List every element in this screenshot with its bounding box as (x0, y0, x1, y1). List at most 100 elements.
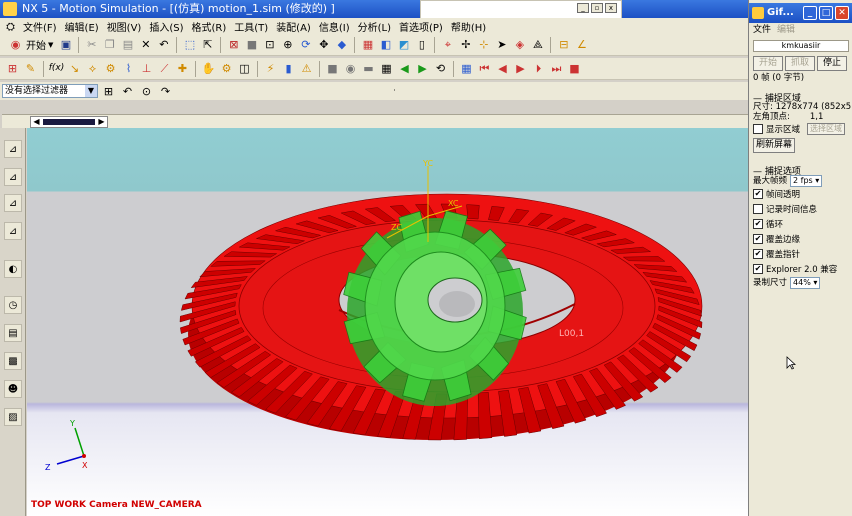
rotate-icon[interactable]: ⟳ (297, 36, 314, 53)
menu-insert[interactable]: 插入(S) (145, 19, 187, 34)
joint-icon[interactable]: ⟡ (84, 60, 101, 77)
show-area-checkbox[interactable]: 显示区域 选择区域 (753, 123, 846, 135)
gif-title-bar[interactable]: Gif... _ □ ✕ (749, 3, 852, 23)
checkbox-box[interactable]: ✔ (753, 189, 763, 199)
visualization-icon[interactable]: ▨ (4, 408, 22, 426)
play-icon[interactable]: ▶ (512, 60, 529, 77)
point-icon[interactable]: ✢ (457, 36, 474, 53)
menu-view[interactable]: 视图(V) (103, 19, 146, 34)
graphics-viewport[interactable]: YC ZC XC L00,1 Y Z X TOP WORK Camera NEW… (27, 128, 748, 516)
menu-analysis[interactable]: 分析(L) (354, 19, 395, 34)
vector-icon[interactable]: ➤ (493, 36, 510, 53)
roles-icon[interactable]: ☻ (4, 380, 22, 398)
menu-format[interactable]: 格式(R) (188, 19, 231, 34)
app-menu-icon[interactable]: ⛭ (2, 18, 19, 35)
history-icon[interactable]: ◷ (4, 296, 22, 314)
contact-icon[interactable]: ✋ (200, 60, 217, 77)
refresh-screen-button[interactable]: 刷新屏幕 (753, 138, 795, 153)
chevron-down-icon[interactable]: ▼ (85, 85, 97, 97)
option-transparency-checkbox[interactable]: ✔ 帧间透明 (753, 188, 800, 200)
function-icon[interactable]: f(x) (48, 60, 65, 77)
pan-icon[interactable]: ✥ (315, 36, 332, 53)
menu-help[interactable]: 帮助(H) (447, 19, 490, 34)
redo-selection-icon[interactable]: ↷ (157, 83, 174, 100)
stop-icon[interactable]: ■ (566, 60, 583, 77)
menu-assembly[interactable]: 装配(A) (272, 19, 315, 34)
menu-information[interactable]: 信息(I) (315, 19, 354, 34)
menu-preferences[interactable]: 首选项(P) (395, 19, 447, 34)
animation-icon[interactable]: ▦ (458, 60, 475, 77)
fit-icon[interactable]: ⊠ (225, 36, 242, 53)
selection-filter-combo[interactable]: 没有选择过滤器 ▼ (2, 84, 98, 98)
gear-contact-icon[interactable]: ⚙ (218, 60, 235, 77)
minimize-icon[interactable]: _ (803, 6, 817, 20)
restore-icon[interactable]: ▫ (591, 3, 603, 13)
step-forward-frame-icon[interactable]: ⏵ (530, 60, 547, 77)
step-back-frame-icon[interactable]: ◀ (494, 60, 511, 77)
interference-icon[interactable]: ⚠ (298, 60, 315, 77)
csys-icon[interactable]: ⟁ (529, 36, 546, 53)
pointer-icon[interactable]: · (386, 83, 403, 100)
menu-edit[interactable]: 编辑(E) (61, 19, 103, 34)
minimize-icon[interactable]: _ (577, 3, 589, 13)
cut-icon[interactable]: ✂ (83, 36, 100, 53)
part-navigator-icon[interactable]: ⊿ (4, 222, 22, 240)
checkbox-box[interactable] (753, 204, 763, 214)
paste-icon[interactable]: ▤ (119, 36, 136, 53)
option-cover-pointer-checkbox[interactable]: ✔ 覆盖指针 (753, 248, 800, 260)
damper-icon[interactable]: ⊥ (138, 60, 155, 77)
layer-icon[interactable]: ▯ (413, 36, 430, 53)
spring-icon[interactable]: ⌇ (120, 60, 137, 77)
plane-icon[interactable]: ◈ (511, 36, 528, 53)
step-forward-icon[interactable]: ▶ (414, 60, 431, 77)
spreadsheet-icon[interactable]: ▦ (378, 60, 395, 77)
close-icon[interactable]: x (605, 3, 617, 13)
select-all-icon[interactable]: ⊙ (138, 83, 155, 100)
resource-scrollbar[interactable]: ◀ ▶ (30, 116, 108, 128)
constraint-navigator-icon[interactable]: ⊿ (4, 194, 22, 212)
undo-selection-icon[interactable]: ↶ (119, 83, 136, 100)
zoom-area-icon[interactable]: ⊡ (261, 36, 278, 53)
cursor-tools-icon[interactable]: ⇱ (199, 36, 216, 53)
checkbox-box[interactable]: ✔ (753, 264, 763, 274)
shaded-icon[interactable]: ◧ (377, 36, 394, 53)
capture-button[interactable]: 抓取 (785, 56, 815, 71)
palette-icon[interactable]: ▩ (4, 352, 22, 370)
option-loop-checkbox[interactable]: ✔ 循环 (753, 218, 783, 230)
perspective-icon[interactable]: ◆ (333, 36, 350, 53)
undo-icon[interactable]: ↶ (155, 36, 172, 53)
filter-settings-icon[interactable]: ⊞ (100, 83, 117, 100)
battery-icon[interactable]: ▮ (280, 60, 297, 77)
option-cover-edge-checkbox[interactable]: ✔ 覆盖边缘 (753, 233, 800, 245)
wcs-icon[interactable]: ⌖ (439, 36, 456, 53)
checkbox-box[interactable]: ✔ (753, 249, 763, 259)
motion-environment-icon[interactable]: ⊞ (4, 60, 21, 77)
link-icon[interactable]: ↘ (66, 60, 83, 77)
menu-file[interactable]: 文件(F) (19, 19, 61, 34)
scrollbar-thumb[interactable] (43, 119, 95, 125)
start-button[interactable]: 开始 (753, 56, 783, 71)
view-cube-icon[interactable]: ◩ (395, 36, 412, 53)
checkbox-box[interactable]: ✔ (753, 234, 763, 244)
constraint-icon[interactable]: ◫ (236, 60, 253, 77)
step-back-icon[interactable]: ◀ (396, 60, 413, 77)
internet-explorer-icon[interactable]: ◐ (4, 260, 22, 278)
save-icon[interactable]: ▣ (57, 36, 74, 53)
coupler-icon[interactable]: ⚙ (102, 60, 119, 77)
rewind-start-icon[interactable]: ⏮ (476, 60, 493, 77)
checkbox-box[interactable]: ✔ (753, 219, 763, 229)
loop-icon[interactable]: ⟲ (432, 60, 449, 77)
assembly-navigator-icon[interactable]: ⊿ (4, 168, 22, 186)
menu-tools[interactable]: 工具(T) (230, 19, 272, 34)
motion-navigator-icon[interactable]: ⊿ (4, 140, 22, 158)
render-style-icon[interactable]: ▦ (359, 36, 376, 53)
packaging-icon[interactable]: ■ (324, 60, 341, 77)
zoom-icon[interactable]: ⊕ (279, 36, 296, 53)
stop-button[interactable]: 停止 (817, 56, 847, 71)
angle-icon[interactable]: ∠ (573, 36, 590, 53)
delete-icon[interactable]: ✕ (137, 36, 154, 53)
scroll-left-icon[interactable]: ◀ (31, 117, 42, 127)
zoom-box-icon[interactable]: ■ (243, 36, 260, 53)
max-fps-select[interactable]: 2 fps ▾ (790, 175, 823, 187)
graph-icon[interactable]: ▬ (360, 60, 377, 77)
